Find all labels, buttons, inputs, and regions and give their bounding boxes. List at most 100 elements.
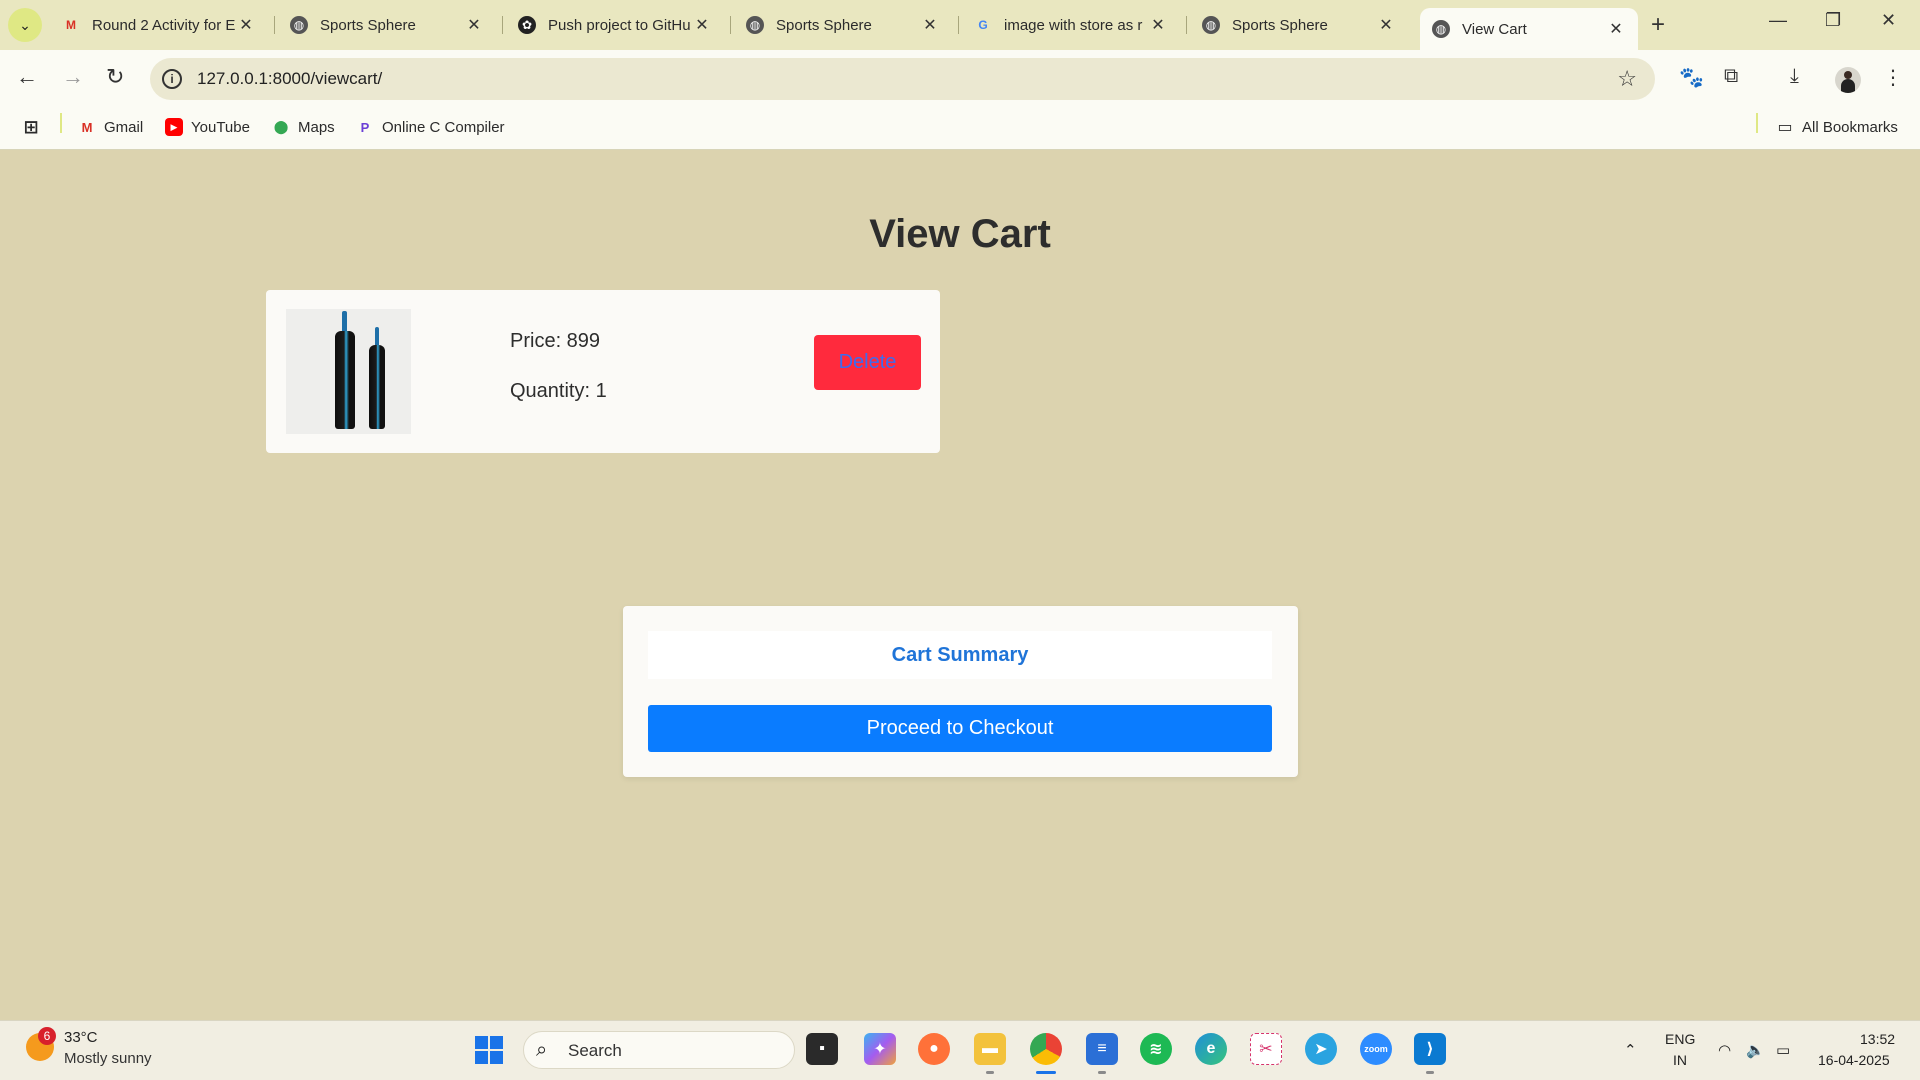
bookmark-online-c-compiler[interactable]: P Online C Compiler — [356, 118, 505, 136]
language-region[interactable]: IN — [1673, 1052, 1687, 1068]
address-bar[interactable]: i 127.0.0.1:8000/viewcart/ ☆ — [150, 58, 1655, 100]
bookmark-youtube[interactable]: ▶ YouTube — [165, 118, 250, 136]
download-icon[interactable]: ⤓ — [1790, 65, 1799, 88]
tab-sports-sphere[interactable]: ◍ Sports Sphere ✕ — [1190, 8, 1408, 42]
edge-icon[interactable]: e — [1195, 1033, 1227, 1065]
close-window-icon[interactable]: ✕ — [1881, 10, 1896, 31]
new-tab-icon[interactable]: + — [1651, 11, 1665, 39]
battery-icon[interactable]: ▭ — [1776, 1041, 1790, 1059]
gmail-icon: M — [66, 18, 76, 32]
bat-handle — [375, 327, 379, 347]
browser-toolbar: ← → ↻ i 127.0.0.1:8000/viewcart/ ☆ 🐾 ⧉ ⤓… — [0, 50, 1920, 108]
task-view-icon[interactable]: ▪ — [806, 1033, 838, 1065]
file-explorer-icon[interactable]: ▬ — [974, 1033, 1006, 1065]
clock-date[interactable]: 16-04-2025 — [1818, 1052, 1890, 1068]
close-tab-icon[interactable]: ✕ — [1606, 19, 1626, 39]
item-price: Price: 899 — [510, 330, 601, 352]
close-tab-icon[interactable]: ✕ — [236, 15, 256, 35]
bat-handle — [342, 311, 347, 333]
restore-icon[interactable]: ❐ — [1825, 10, 1841, 31]
tab-title: Sports Sphere — [320, 16, 416, 34]
cart-summary-heading: Cart Summary — [648, 631, 1272, 679]
close-tab-icon[interactable]: ✕ — [920, 15, 940, 35]
bookmark-label: Gmail — [104, 118, 144, 136]
page-title: View Cart — [869, 212, 1051, 256]
close-tab-icon[interactable]: ✕ — [464, 15, 484, 35]
paw-extension-icon[interactable]: 🐾 — [1679, 65, 1704, 90]
forward-icon[interactable]: → — [62, 64, 84, 90]
bat-blade — [335, 331, 355, 429]
youtube-icon: ▶ — [165, 118, 183, 136]
close-tab-icon[interactable]: ✕ — [1376, 15, 1396, 35]
tab-separator — [958, 16, 959, 34]
reload-icon[interactable]: ↻ — [106, 64, 124, 90]
show-hidden-icons-icon[interactable]: ⌃ — [1624, 1041, 1637, 1059]
taskbar-search[interactable]: ⌕ Search — [523, 1031, 795, 1069]
tab-separator — [730, 16, 731, 34]
windows-start-icon[interactable] — [475, 1036, 503, 1064]
menu-dots-icon[interactable]: ⋮ — [1883, 65, 1903, 90]
wifi-icon[interactable]: ◠ — [1718, 1041, 1731, 1059]
weather-description[interactable]: Mostly sunny — [64, 1050, 152, 1067]
tab-title: image with store as r — [1004, 16, 1143, 34]
vscode-icon[interactable]: ⟩ — [1414, 1033, 1446, 1065]
bookmark-label: YouTube — [191, 118, 250, 136]
tab-separator — [1186, 16, 1187, 34]
profile-avatar[interactable] — [1835, 67, 1861, 93]
globe-icon: ◍ — [1202, 16, 1220, 34]
copilot-icon[interactable]: ✦ — [864, 1033, 896, 1065]
tab-search-icon[interactable]: ⌄ — [8, 8, 42, 42]
maps-icon: ⬤ — [273, 119, 289, 134]
language-indicator[interactable]: ENG — [1665, 1031, 1695, 1047]
delete-button[interactable]: Delete — [814, 335, 921, 390]
cart-summary-card: Cart Summary Proceed to Checkout — [623, 606, 1298, 777]
back-icon[interactable]: ← — [16, 64, 38, 90]
tab-chatgpt[interactable]: ✿ Push project to GitHu ✕ — [506, 8, 724, 42]
taskbar-search-label: Search — [568, 1041, 622, 1060]
zoom-icon[interactable]: zoom — [1360, 1033, 1392, 1065]
firefox-icon[interactable]: ● — [918, 1033, 950, 1065]
apps-grid-icon[interactable]: ⊞ — [22, 117, 48, 137]
notepad-icon[interactable]: ≡ — [1086, 1033, 1118, 1065]
bookmark-label: Online C Compiler — [382, 118, 505, 136]
tab-view-cart[interactable]: ◍ View Cart ✕ — [1420, 8, 1638, 50]
weather-temperature[interactable]: 33°C — [64, 1029, 98, 1046]
folder-icon: ▭ — [1777, 119, 1793, 136]
tab-sports-sphere[interactable]: ◍ Sports Sphere ✕ — [278, 8, 496, 42]
running-indicator — [1098, 1071, 1106, 1074]
item-quantity: Quantity: 1 — [510, 380, 607, 402]
telegram-icon[interactable]: ➤ — [1305, 1033, 1337, 1065]
active-indicator — [1036, 1071, 1056, 1074]
compiler-icon: P — [360, 119, 370, 135]
bookmarks-divider — [1756, 113, 1758, 133]
all-bookmarks-label: All Bookmarks — [1802, 118, 1898, 136]
clock-time[interactable]: 13:52 — [1860, 1031, 1895, 1047]
close-tab-icon[interactable]: ✕ — [1148, 15, 1168, 35]
bookmark-star-icon[interactable]: ☆ — [1617, 66, 1637, 92]
product-image — [286, 309, 411, 434]
bookmark-gmail[interactable]: M Gmail — [78, 118, 144, 136]
google-icon: G — [978, 18, 988, 32]
tab-sports-sphere[interactable]: ◍ Sports Sphere ✕ — [734, 8, 952, 42]
tab-title: Sports Sphere — [776, 16, 872, 34]
tab-google-search[interactable]: G image with store as r ✕ — [962, 8, 1180, 42]
spotify-icon[interactable]: ≋ — [1140, 1033, 1172, 1065]
close-tab-icon[interactable]: ✕ — [692, 15, 712, 35]
snipping-tool-icon[interactable]: ✂ — [1250, 1033, 1282, 1065]
chrome-icon[interactable] — [1030, 1033, 1062, 1065]
site-info-icon[interactable]: i — [162, 69, 182, 89]
minimize-icon[interactable]: — — [1769, 10, 1787, 31]
volume-icon[interactable]: 🔈 — [1746, 1041, 1765, 1059]
bookmarks-bar: ⊞ M Gmail ▶ YouTube ⬤ Maps P Online C Co… — [0, 108, 1920, 150]
globe-icon: ◍ — [290, 16, 308, 34]
all-bookmarks[interactable]: ▭ All Bookmarks — [1776, 118, 1898, 137]
url-text[interactable]: 127.0.0.1:8000/viewcart/ — [197, 69, 382, 89]
extensions-icon[interactable]: ⧉ — [1724, 65, 1738, 88]
bookmark-maps[interactable]: ⬤ Maps — [272, 118, 335, 136]
tab-gmail[interactable]: M Round 2 Activity for E ✕ — [50, 8, 268, 42]
bookmark-label: Maps — [298, 118, 335, 136]
proceed-to-checkout-button[interactable]: Proceed to Checkout — [648, 705, 1272, 752]
globe-icon: ◍ — [746, 16, 764, 34]
search-icon: ⌕ — [536, 1039, 548, 1061]
openai-icon: ✿ — [518, 16, 536, 34]
